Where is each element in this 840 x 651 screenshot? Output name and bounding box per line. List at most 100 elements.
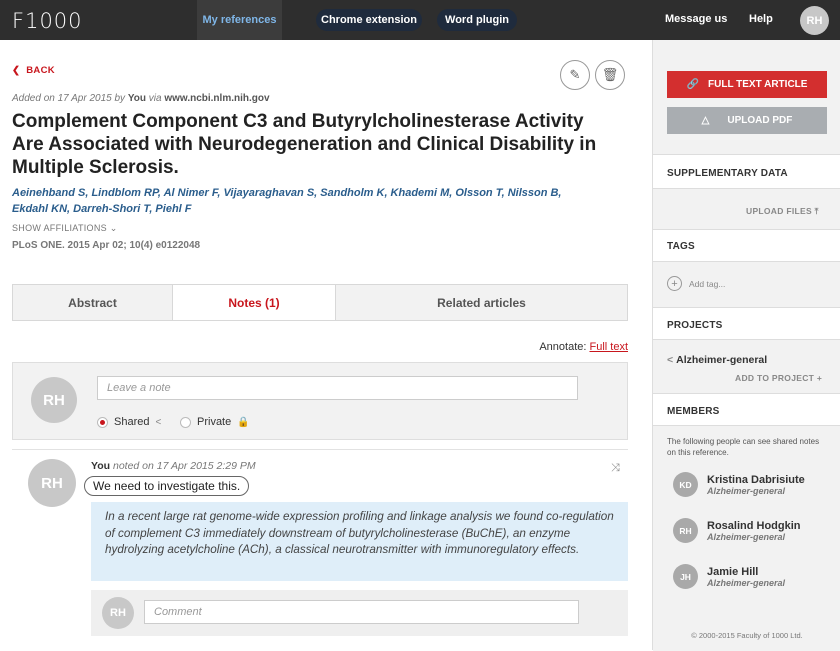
- divider: [12, 449, 628, 450]
- nav-my-references[interactable]: My references: [197, 0, 282, 40]
- pdf-icon: △: [701, 115, 710, 126]
- add-to-project-link[interactable]: ADD TO PROJECT +: [735, 373, 822, 383]
- radio-unselected-icon: [180, 416, 191, 428]
- added-source: www.ncbi.nlm.nih.gov: [164, 93, 270, 104]
- pencil-icon: ✎: [569, 67, 581, 82]
- tab-related-articles[interactable]: Related articles: [336, 285, 627, 320]
- tags-body: + Add tag...: [653, 261, 840, 308]
- radio-selected-icon: [97, 416, 108, 428]
- article-authors[interactable]: Aeinehband S, Lindblom RP, Al Nimer F, V…: [12, 185, 572, 217]
- user-avatar[interactable]: RH: [800, 6, 829, 35]
- supplementary-body: UPLOAD FILES ⤒: [653, 188, 840, 230]
- projects-title: PROJECTS: [667, 320, 723, 331]
- upload-pdf-button[interactable]: △ UPLOAD PDF: [667, 107, 827, 134]
- upload-files-label: UPLOAD FILES: [746, 206, 812, 216]
- share-icon: <: [667, 354, 674, 366]
- note-author-avatar: RH: [28, 459, 76, 507]
- plus-circle-icon: +: [667, 276, 682, 291]
- edit-button[interactable]: ✎: [560, 60, 590, 90]
- member-group: Alzheimer-general: [707, 485, 786, 496]
- article-tabs: Abstract Notes (1) Related articles: [12, 284, 628, 321]
- add-tag-label: Add tag...: [689, 278, 726, 289]
- plus-icon: +: [816, 373, 823, 383]
- show-affiliations-toggle[interactable]: SHOW AFFILIATIONS ⌄: [12, 223, 118, 234]
- add-tag-button[interactable]: + Add tag...: [667, 276, 725, 291]
- back-label: BACK: [26, 65, 55, 76]
- member-avatar: RH: [673, 518, 698, 543]
- member-name: Rosalind Hodgkin: [707, 519, 801, 532]
- word-plugin-button[interactable]: Word plugin: [437, 9, 517, 31]
- comment-input[interactable]: Comment: [144, 600, 579, 624]
- full-text-article-button[interactable]: 🔗 FULL TEXT ARTICLE: [667, 71, 827, 98]
- members-title: MEMBERS: [667, 406, 720, 417]
- note-input[interactable]: Leave a note: [97, 376, 578, 400]
- supplementary-title: SUPPLEMENTARY DATA: [667, 168, 788, 179]
- annotate-label: Annotate:: [539, 341, 587, 353]
- f1000-logo[interactable]: F1000: [12, 9, 83, 33]
- new-note-panel: RH Leave a note Shared < Private 🔒: [12, 362, 628, 440]
- full-text-link[interactable]: Full text: [589, 341, 628, 353]
- article-title: Complement Component C3 and Butyrylcholi…: [12, 111, 597, 178]
- upload-icon: ⤒: [814, 206, 819, 216]
- note-timestamp: noted on 17 Apr 2015 2:29 PM: [112, 460, 256, 472]
- member-item[interactable]: JH Jamie Hill Alzheimer-general: [673, 564, 785, 589]
- note-text: We need to investigate this.: [84, 476, 250, 496]
- member-avatar: KD: [673, 472, 698, 497]
- shared-label: Shared: [114, 416, 150, 428]
- message-us-link[interactable]: Message us: [665, 13, 727, 25]
- trash-icon: 🗑: [601, 67, 619, 82]
- help-link[interactable]: Help: [749, 13, 773, 25]
- project-name: Alzheimer-general: [676, 354, 768, 366]
- add-to-project-label: ADD TO PROJECT: [735, 373, 815, 383]
- added-info: Added on 17 Apr 2015 by You via www.ncbi…: [12, 93, 270, 104]
- member-group: Alzheimer-general: [707, 531, 786, 542]
- members-description: The following people can see shared note…: [667, 437, 820, 457]
- tab-abstract[interactable]: Abstract: [13, 285, 173, 320]
- member-name: Jamie Hill: [707, 565, 759, 578]
- added-prefix: Added on 17 Apr 2015 by: [12, 93, 126, 104]
- note-author: You: [91, 460, 111, 472]
- project-item[interactable]: < Alzheimer-general: [667, 354, 767, 366]
- comment-panel: RH Comment: [91, 590, 628, 636]
- projects-section: PROJECTS < Alzheimer-general ADD TO PROJE…: [653, 307, 840, 394]
- comment-avatar: RH: [102, 597, 134, 629]
- projects-body: < Alzheimer-general ADD TO PROJECT +: [653, 339, 840, 394]
- member-avatar: JH: [673, 564, 698, 589]
- tab-notes[interactable]: Notes (1): [173, 285, 336, 320]
- upload-files-link[interactable]: UPLOAD FILES ⤒: [746, 206, 819, 217]
- full-text-label: FULL TEXT ARTICLE: [708, 79, 808, 90]
- private-label: Private: [197, 416, 232, 428]
- share-icon[interactable]: ⤨: [611, 462, 620, 475]
- note-meta: You noted on 17 Apr 2015 2:29 PM: [91, 460, 256, 472]
- journal-citation: PLoS ONE. 2015 Apr 02; 10(4) e0122048: [12, 240, 201, 251]
- tags-section: TAGS + Add tag...: [653, 229, 840, 308]
- top-navigation-bar: F1000 My references Chrome extension Wor…: [0, 0, 840, 40]
- added-user: You: [127, 93, 146, 104]
- link-icon: 🔗: [686, 79, 699, 90]
- shared-radio[interactable]: Shared <: [97, 416, 161, 428]
- member-item[interactable]: RH Rosalind Hodgkin Alzheimer-general: [673, 518, 801, 543]
- annotate-row: Annotate: Full text: [539, 341, 628, 353]
- lock-icon: 🔒: [237, 416, 250, 428]
- delete-button[interactable]: 🗑: [595, 60, 625, 90]
- avatar: RH: [31, 377, 77, 423]
- show-affiliations-label: SHOW AFFILIATIONS: [12, 223, 107, 233]
- main-content: ❮ BACK ✎ 🗑 Added on 17 Apr 2015 by You vi…: [0, 40, 652, 650]
- member-item[interactable]: KD Kristina Dabrisiute Alzheimer-general: [673, 472, 805, 497]
- tags-title: TAGS: [667, 241, 695, 252]
- share-icon: <: [155, 416, 162, 428]
- copyright: © 2000-2015 Faculty of 1000 Ltd.: [691, 631, 803, 640]
- added-via: via: [148, 93, 162, 104]
- chevron-down-icon: ⌄: [109, 223, 118, 233]
- chrome-extension-button[interactable]: Chrome extension: [316, 9, 422, 31]
- member-name: Kristina Dabrisiute: [707, 473, 805, 486]
- back-link[interactable]: ❮ BACK: [12, 65, 55, 76]
- members-section: MEMBERS The following people can see sha…: [653, 393, 840, 651]
- upload-pdf-label: UPLOAD PDF: [727, 115, 793, 126]
- member-group: Alzheimer-general: [707, 577, 786, 588]
- highlighted-quote: In a recent large rat genome-wide expres…: [91, 502, 628, 581]
- private-radio[interactable]: Private 🔒: [180, 416, 250, 428]
- supplementary-section: SUPPLEMENTARY DATA UPLOAD FILES ⤒: [653, 154, 840, 230]
- chevron-left-icon: ❮: [12, 65, 21, 76]
- members-body: The following people can see shared note…: [653, 425, 840, 651]
